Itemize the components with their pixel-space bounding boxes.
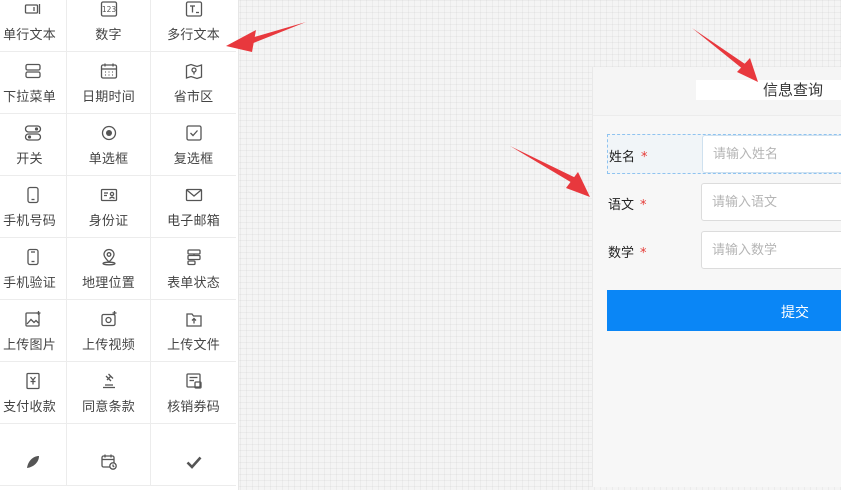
- field-label: 语文 *: [608, 194, 647, 213]
- upload-image-icon: [24, 310, 42, 328]
- palette-item-label: 手机验证: [3, 276, 56, 291]
- calendar-icon: [100, 62, 118, 80]
- palette-item-number[interactable]: 123 数字: [67, 0, 151, 52]
- field-palette: 单行文本 123 数字 多行文本 下拉菜单 日期时间 省市区 开关 单选框 复选…: [0, 0, 239, 490]
- palette-item-phone-verify[interactable]: 手机验证: [0, 238, 67, 300]
- palette-item-switch[interactable]: 开关: [0, 114, 67, 176]
- palette-item-label: 身份证: [88, 214, 129, 229]
- field-row-name[interactable]: 姓名 *: [607, 134, 841, 174]
- name-input[interactable]: [702, 135, 841, 173]
- form-preview: 信息查询 姓名 * 语文 * 数学 * 提交: [592, 67, 841, 487]
- upload-video-icon: [100, 310, 118, 328]
- palette-item-radio[interactable]: 单选框: [67, 114, 151, 176]
- palette-item-dropdown[interactable]: 下拉菜单: [0, 52, 67, 114]
- palette-item-upload-image[interactable]: 上传图片: [0, 300, 67, 362]
- multi-line-text-icon: [185, 0, 203, 18]
- dropdown-icon: [24, 62, 42, 80]
- palette-item-upload-video[interactable]: 上传视频: [67, 300, 151, 362]
- palette-item-label: 单行文本: [3, 28, 56, 43]
- number-icon: 123: [100, 0, 118, 18]
- payment-icon: [24, 372, 42, 390]
- palette-item-single-line-text[interactable]: 单行文本: [0, 0, 67, 52]
- palette-item-label: 单选框: [88, 152, 129, 167]
- palette-item-label: 日期时间: [82, 90, 135, 105]
- palette-item-label: 地理位置: [82, 276, 135, 291]
- svg-text:123: 123: [101, 5, 116, 14]
- checkmark-icon: [185, 453, 203, 471]
- form-status-icon: [185, 248, 203, 266]
- phone-icon: [24, 186, 42, 204]
- checkbox-icon: [185, 124, 203, 142]
- palette-item-label: 下拉菜单: [3, 90, 56, 105]
- field-label-text: 姓名: [609, 150, 636, 165]
- palette-item-label: 省市区: [173, 90, 214, 105]
- field-label-text: 数学: [608, 246, 635, 261]
- palette-item-label: 上传图片: [3, 338, 56, 353]
- toggle-icon: [24, 124, 42, 142]
- palette-item-label: 电子邮箱: [167, 214, 220, 229]
- palette-item-label: 数字: [95, 28, 122, 43]
- required-mark: *: [640, 246, 647, 261]
- location-icon: [100, 248, 118, 266]
- radio-icon: [100, 124, 118, 142]
- palette-item-label: 核销券码: [167, 400, 220, 415]
- id-card-icon: [100, 186, 118, 204]
- field-label: 数学 *: [608, 242, 647, 261]
- palette-item-label: 同意条款: [82, 400, 135, 415]
- palette-item-region[interactable]: 省市区: [151, 52, 236, 114]
- field-row-chinese[interactable]: 语文 *: [607, 183, 841, 223]
- palette-item-check[interactable]: [151, 424, 236, 486]
- palette-item-label: 上传文件: [167, 338, 220, 353]
- single-line-text-icon: [24, 0, 42, 18]
- palette-item-calendar-clock[interactable]: [67, 424, 151, 486]
- agreement-icon: [100, 372, 118, 390]
- phone-verify-icon: [24, 248, 42, 266]
- palette-item-checkbox[interactable]: 复选框: [151, 114, 236, 176]
- form-header: 信息查询: [593, 67, 841, 116]
- palette-item-label: 上传视频: [82, 338, 135, 353]
- palette-item-location[interactable]: 地理位置: [67, 238, 151, 300]
- palette-item-label: 表单状态: [167, 276, 220, 291]
- feather-icon: [24, 453, 42, 471]
- palette-item-feather[interactable]: [0, 424, 67, 486]
- map-region-icon: [185, 62, 203, 80]
- palette-item-label: 手机号码: [3, 214, 56, 229]
- palette-item-form-status[interactable]: 表单状态: [151, 238, 236, 300]
- arrow-to-form-fields: [510, 146, 590, 197]
- field-row-math[interactable]: 数学 *: [607, 231, 841, 271]
- coupon-icon: [185, 372, 203, 390]
- math-input[interactable]: [701, 231, 841, 269]
- palette-item-label: 多行文本: [167, 28, 220, 43]
- required-mark: *: [640, 198, 647, 213]
- palette-item-label: 支付收款: [3, 400, 56, 415]
- submit-button-label: 提交: [781, 305, 809, 321]
- field-label-text: 语文: [608, 198, 635, 213]
- palette-item-multi-line-text[interactable]: 多行文本: [151, 0, 236, 52]
- field-label: 姓名 *: [609, 146, 648, 165]
- palette-item-phone[interactable]: 手机号码: [0, 176, 67, 238]
- submit-button[interactable]: 提交: [607, 290, 841, 331]
- palette-item-datetime[interactable]: 日期时间: [67, 52, 151, 114]
- palette-item-coupon[interactable]: 核销券码: [151, 362, 236, 424]
- calendar-clock-icon: [100, 453, 118, 471]
- palette-item-upload-file[interactable]: 上传文件: [151, 300, 236, 362]
- palette-item-id-card[interactable]: 身份证: [67, 176, 151, 238]
- palette-item-label: 复选框: [173, 152, 214, 167]
- palette-item-label: 开关: [16, 152, 43, 167]
- form-title[interactable]: 信息查询: [763, 79, 823, 100]
- palette-item-agreement[interactable]: 同意条款: [67, 362, 151, 424]
- email-icon: [185, 186, 203, 204]
- required-mark: *: [641, 150, 648, 165]
- palette-item-email[interactable]: 电子邮箱: [151, 176, 236, 238]
- chinese-input[interactable]: [701, 183, 841, 221]
- palette-item-payment[interactable]: 支付收款: [0, 362, 67, 424]
- upload-file-icon: [185, 310, 203, 328]
